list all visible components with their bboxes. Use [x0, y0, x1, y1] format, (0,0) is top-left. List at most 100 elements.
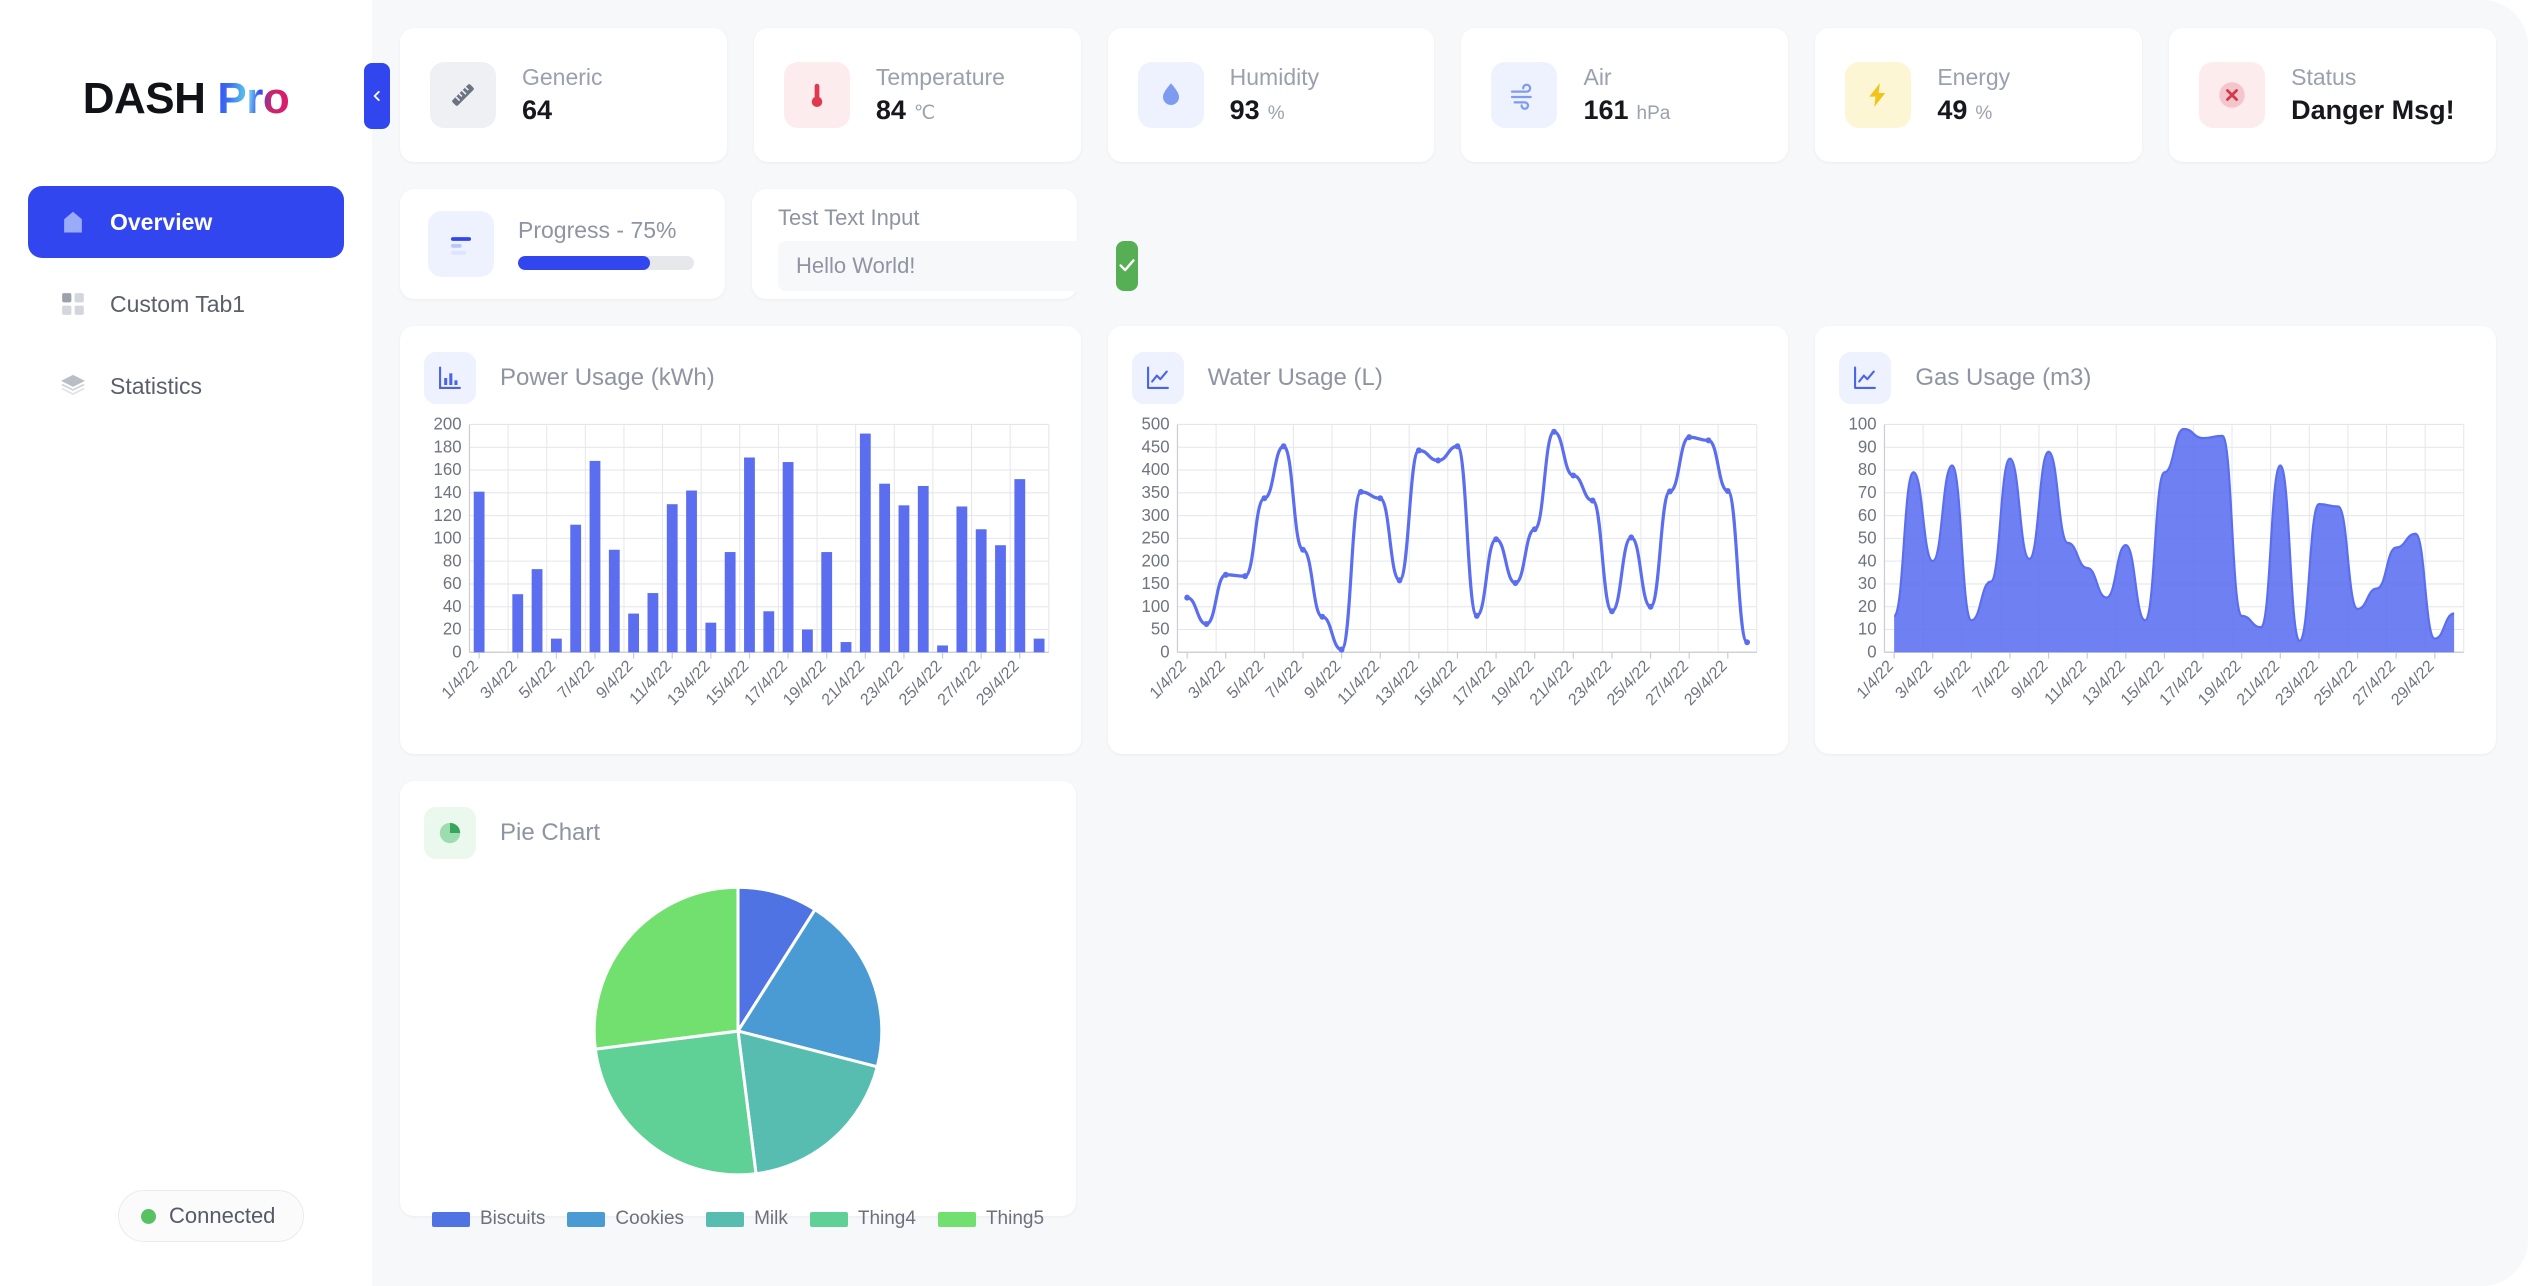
stat-card-energy: Energy 49 %	[1815, 28, 2143, 162]
stat-card-air: Air 161 hPa	[1461, 28, 1789, 162]
dashboard-app: DASH Pro Overview Custom Tab1 Statistics…	[0, 0, 2528, 1286]
legend-label: Biscuits	[479, 1208, 546, 1230]
stat-card-humidity: Humidity 93 %	[1107, 28, 1435, 162]
legend-swatch	[431, 1211, 470, 1227]
text-input-submit-button[interactable]	[1116, 241, 1138, 291]
svg-text:350: 350	[1141, 482, 1169, 503]
stat-label: Humidity	[1229, 63, 1320, 90]
error-circle-icon	[2199, 62, 2266, 128]
grid-icon	[58, 289, 88, 319]
legend-item[interactable]: Biscuits	[431, 1208, 546, 1230]
stat-value: 64	[522, 95, 553, 125]
svg-text:29/4/22: 29/4/22	[1681, 657, 1731, 710]
charts-row: Power Usage (kWh) 0 20 40 60 80 100 120 140 160 1…	[400, 326, 2497, 754]
svg-text:20: 20	[1858, 596, 1877, 617]
svg-text:50: 50	[1858, 527, 1877, 548]
layers-icon	[58, 371, 88, 401]
thermometer-icon	[783, 62, 850, 128]
svg-text:7/4/22: 7/4/22	[554, 657, 597, 703]
sidebar-collapse-button[interactable]	[364, 63, 390, 129]
connection-status-wrap: Connected	[0, 1190, 372, 1286]
stat-value: 93	[1229, 94, 1260, 125]
sidebar-item-statistics[interactable]: Statistics	[28, 350, 344, 422]
svg-text:450: 450	[1141, 436, 1169, 457]
stat-unit: hPa	[1636, 102, 1671, 124]
bar-chart-icon	[424, 352, 476, 404]
stat-value: 161	[1583, 94, 1629, 125]
legend-item[interactable]: Thing4	[809, 1208, 916, 1230]
chart-card-power-usage: Power Usage (kWh) 0 20 40 60 80 100 120 140 160 1…	[400, 326, 1081, 754]
sidebar: DASH Pro Overview Custom Tab1 Statistics…	[0, 0, 372, 1286]
chart-card-pie: Pie Chart Biscuits Cookies Milk Thing4 Thing…	[400, 781, 1076, 1229]
svg-text:300: 300	[1141, 504, 1169, 525]
svg-text:140: 140	[434, 482, 462, 503]
progress-bars-icon	[428, 211, 494, 277]
svg-text:7/4/22: 7/4/22	[1262, 657, 1305, 703]
water-usage-plot: 0 50 100 150 200 250 300 350 400 450 500 1/4/22 3/4/…	[1132, 414, 1765, 738]
svg-text:60: 60	[443, 573, 462, 594]
svg-text:10: 10	[1858, 618, 1877, 639]
svg-text:120: 120	[434, 504, 462, 525]
chevron-left-icon	[370, 89, 384, 103]
legend-item[interactable]: Thing5	[937, 1208, 1045, 1230]
legend-swatch	[567, 1211, 606, 1227]
stat-value: 49	[1937, 94, 1968, 125]
svg-text:1/4/22: 1/4/22	[1146, 657, 1189, 703]
ruler-icon	[430, 62, 496, 128]
svg-text:500: 500	[1141, 414, 1169, 434]
chart-title: Gas Usage (m3)	[1915, 364, 2092, 391]
svg-text:180: 180	[434, 436, 462, 457]
legend-item[interactable]: Cookies	[567, 1208, 684, 1230]
sidebar-item-label: Statistics	[110, 372, 203, 399]
svg-text:7/4/22: 7/4/22	[1970, 657, 2013, 703]
sidebar-nav: Overview Custom Tab1 Statistics	[0, 186, 372, 422]
svg-text:100: 100	[434, 527, 462, 548]
chart-card-gas-usage: Gas Usage (m3) 0 10 20 30 40 50 60 70 80 90 100 1/4…	[1815, 326, 2497, 754]
status-badge-label: Connected	[169, 1203, 276, 1228]
chart-title: Pie Chart	[500, 819, 601, 846]
gas-usage-plot: 0 10 20 30 40 50 60 70 80 90 100 1/4/22 3/4/22 5/4/22…	[1839, 414, 2472, 738]
stat-label: Generic	[522, 64, 603, 90]
stat-value: 84	[875, 94, 906, 125]
svg-text:60: 60	[1858, 504, 1877, 525]
legend-item[interactable]: Milk	[706, 1208, 788, 1230]
svg-text:20: 20	[443, 618, 462, 639]
svg-text:1/4/22: 1/4/22	[1854, 657, 1897, 703]
svg-text:3/4/22: 3/4/22	[1185, 657, 1228, 703]
svg-text:5/4/22: 5/4/22	[1931, 657, 1974, 703]
text-input-field[interactable]	[778, 241, 1102, 291]
home-icon	[58, 207, 88, 237]
stat-unit: ℃	[913, 102, 936, 124]
chart-header: Gas Usage (m3)	[1839, 352, 2472, 404]
legend-label: Thing5	[985, 1208, 1045, 1230]
sidebar-item-overview[interactable]: Overview	[28, 186, 344, 258]
svg-text:5/4/22: 5/4/22	[1223, 657, 1266, 703]
progress-label: Progress - 75%	[518, 216, 677, 243]
svg-text:200: 200	[434, 414, 462, 434]
brand-name-accent: Pro	[217, 74, 290, 123]
svg-text:40: 40	[443, 596, 462, 617]
pie-row: Pie Chart Biscuits Cookies Milk Thing4 Thing…	[400, 781, 2496, 1229]
legend-label: Cookies	[615, 1208, 685, 1230]
stat-label: Temperature	[875, 63, 1005, 90]
main-content: Generic 64 Temperature 84 ℃ Humidity 93 …	[372, 0, 2528, 1286]
svg-text:250: 250	[1141, 527, 1169, 548]
wind-icon	[1491, 62, 1558, 128]
stat-card-generic: Generic 64	[400, 28, 727, 162]
stat-label: Energy	[1937, 63, 2011, 90]
status-dot-icon	[141, 1208, 156, 1224]
svg-text:50: 50	[1151, 618, 1170, 639]
sidebar-item-custom-tab1[interactable]: Custom Tab1	[28, 268, 344, 340]
progress-bar-fill	[518, 255, 650, 270]
svg-text:0: 0	[1160, 641, 1169, 662]
stat-label: Status	[2291, 64, 2357, 90]
legend-label: Milk	[754, 1208, 788, 1230]
svg-text:29/4/22: 29/4/22	[973, 657, 1023, 710]
stat-unit: %	[1975, 102, 1993, 124]
sidebar-item-label: Overview	[110, 208, 213, 235]
line-chart-icon	[1839, 352, 1892, 404]
legend-swatch	[706, 1211, 745, 1227]
status-badge: Connected	[118, 1190, 305, 1242]
svg-text:80: 80	[1858, 459, 1877, 480]
stat-label: Air	[1583, 63, 1612, 90]
